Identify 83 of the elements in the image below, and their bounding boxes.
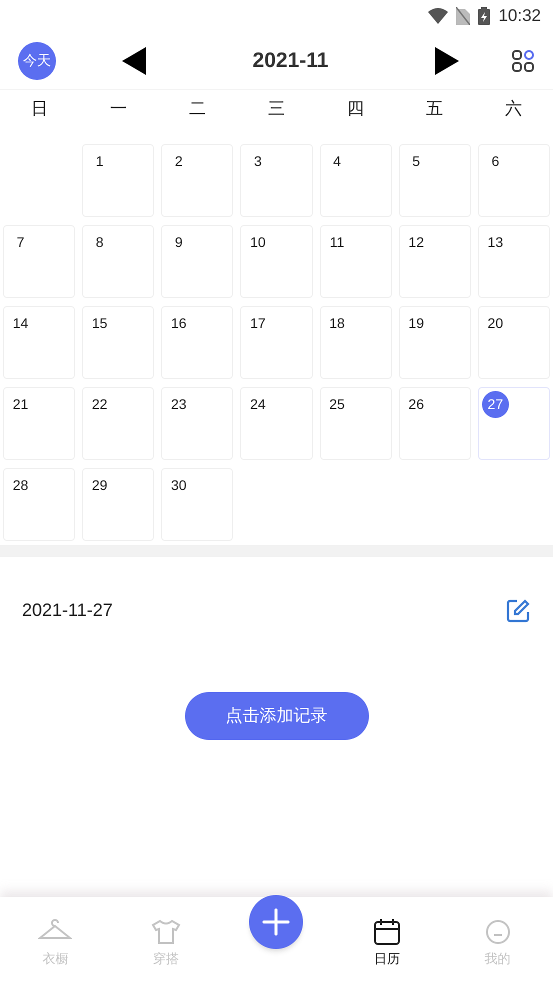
weekday-label: 六 — [504, 98, 523, 120]
grid-icon[interactable] — [511, 48, 535, 72]
wifi-icon — [428, 8, 448, 24]
day-cell[interactable]: 13 — [478, 225, 550, 298]
day-number: 10 — [249, 233, 267, 252]
day-cell[interactable]: 30 — [161, 468, 234, 541]
day-number: 5 — [411, 152, 422, 171]
day-number: 28 — [12, 476, 30, 495]
day-number: 17 — [249, 314, 267, 333]
record-date: 2021-11-27 — [22, 599, 113, 622]
day-number: 2 — [174, 152, 184, 171]
day-cell[interactable]: 21 — [3, 387, 76, 460]
day-number: 21 — [12, 395, 30, 414]
day-number: 27 — [482, 391, 509, 418]
day-cell[interactable]: 18 — [320, 306, 392, 379]
shirt-icon — [148, 917, 183, 947]
day-cell[interactable]: 1 — [82, 144, 154, 217]
weekday-label: 日 — [30, 98, 49, 120]
day-cell[interactable]: 12 — [398, 225, 471, 298]
day-number: 20 — [486, 314, 504, 333]
add-record-button[interactable]: 点击添加记录 — [184, 692, 368, 740]
plus-icon — [262, 908, 290, 936]
day-number: 30 — [170, 476, 188, 495]
day-number: 23 — [170, 395, 188, 414]
day-number: 25 — [328, 395, 346, 414]
day-number: 12 — [407, 233, 425, 252]
day-number: 7 — [16, 233, 26, 252]
day-number: 29 — [90, 476, 108, 495]
day-cell[interactable]: 25 — [320, 387, 392, 460]
day-cell[interactable]: 20 — [478, 306, 550, 379]
month-title: 2021-11 — [252, 48, 330, 74]
weekday-label: 五 — [425, 98, 444, 120]
day-number: 8 — [94, 233, 105, 252]
day-number: 1 — [94, 152, 105, 171]
day-cell[interactable]: 14 — [3, 306, 76, 379]
day-cell[interactable]: 16 — [161, 306, 234, 379]
day-number: 18 — [328, 314, 346, 333]
previous-month-button[interactable] — [122, 46, 146, 74]
weekday-label: 四 — [346, 98, 365, 120]
edit-icon[interactable] — [505, 598, 531, 624]
day-cell[interactable]: 4 — [320, 144, 392, 217]
day-cell[interactable]: 26 — [398, 387, 471, 460]
day-cell[interactable]: 19 — [398, 306, 471, 379]
day-number: 19 — [407, 314, 425, 333]
weekday-label: 一 — [109, 98, 128, 120]
day-cell[interactable]: 17 — [240, 306, 313, 379]
day-cell[interactable]: 27 — [478, 387, 550, 460]
day-number: 13 — [486, 233, 504, 252]
day-number: 3 — [253, 152, 263, 171]
nav-tab[interactable]: 日历 — [332, 897, 442, 983]
day-cell[interactable]: 23 — [161, 387, 234, 460]
day-cell[interactable]: 7 — [3, 225, 76, 298]
day-cell[interactable]: 6 — [478, 144, 550, 217]
day-cell[interactable]: 3 — [240, 144, 313, 217]
add-button[interactable] — [249, 895, 304, 949]
day-number: 15 — [90, 314, 108, 333]
day-cell[interactable]: 15 — [82, 306, 154, 379]
day-number: 22 — [90, 395, 108, 414]
day-cell[interactable]: 10 — [240, 225, 313, 298]
day-number: 14 — [12, 314, 30, 333]
day-cell[interactable]: 9 — [161, 225, 234, 298]
day-cell[interactable]: 2 — [161, 144, 234, 217]
day-number: 16 — [170, 314, 188, 333]
day-number: 6 — [490, 152, 500, 171]
battery-icon — [478, 7, 490, 25]
day-cell[interactable]: 8 — [82, 225, 154, 298]
today-button[interactable]: 今天 — [18, 42, 56, 80]
status-time: 10:32 — [498, 5, 541, 28]
day-number: 4 — [332, 152, 342, 171]
day-cell[interactable]: 28 — [3, 468, 76, 541]
day-number: 26 — [407, 395, 425, 414]
next-month-button[interactable] — [435, 46, 459, 74]
day-cell[interactable]: 5 — [398, 144, 471, 217]
day-number: 24 — [249, 395, 267, 414]
day-cell[interactable]: 29 — [82, 468, 154, 541]
day-cell[interactable]: 11 — [320, 225, 392, 298]
day-cell[interactable]: 22 — [82, 387, 154, 460]
no-sim-icon — [456, 7, 470, 25]
day-cell[interactable]: 24 — [240, 387, 313, 460]
weekday-label: 二 — [188, 98, 207, 120]
day-number: 11 — [328, 233, 346, 252]
day-number: 9 — [174, 233, 184, 252]
weekday-label: 三 — [267, 98, 286, 120]
